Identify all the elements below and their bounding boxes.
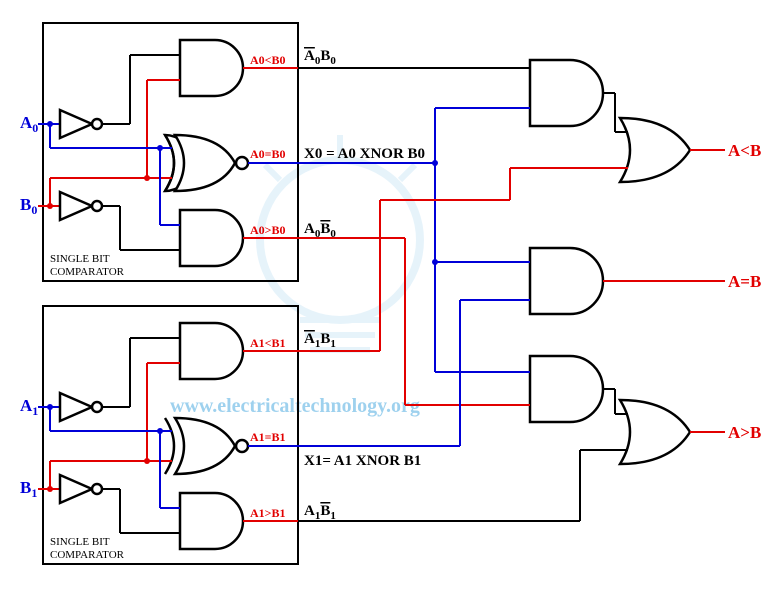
top-eq-label: A0=B0 xyxy=(250,147,286,161)
top-box-label-2: COMPARATOR xyxy=(50,266,125,278)
watermark-bulb xyxy=(260,135,420,350)
bot-gt-label: A1>B1 xyxy=(250,506,286,520)
output-lt-label: A<B xyxy=(728,141,761,160)
and-gate-top-lt xyxy=(180,40,243,96)
output-gt-label: A>B xyxy=(728,423,761,442)
input-a0-label: A0 xyxy=(20,113,38,135)
bot-eq-label: A1=B1 xyxy=(250,430,286,444)
top-eq-term: X0 = A0 XNOR B0 xyxy=(304,146,425,162)
bot-gt-term: A1B1 xyxy=(304,503,336,522)
input-b1-label: B1 xyxy=(20,478,37,500)
bot-box-label-1: SINGLE BIT xyxy=(50,536,110,548)
output-eq-label: A=B xyxy=(728,272,761,291)
input-b0-label: B0 xyxy=(20,195,37,217)
and-gate-top-gt xyxy=(180,210,243,266)
bot-eq-term: X1= A1 XNOR B1 xyxy=(304,453,421,469)
and-gate-eq xyxy=(530,248,603,314)
bot-box-label-2: COMPARATOR xyxy=(50,549,125,561)
xnor-gate-bot xyxy=(165,418,248,474)
comparator-diagram: www.electricaltechnology.org SINGLE BIT … xyxy=(0,0,768,604)
or-gate-ltb xyxy=(620,118,690,182)
bot-lt-label: A1<B1 xyxy=(250,336,286,350)
or-gate-gtb xyxy=(620,400,690,464)
watermark-text: www.electricaltechnology.org xyxy=(170,395,420,417)
and-gate-ltb-upper xyxy=(530,60,603,126)
xnor-gate-top xyxy=(165,135,248,191)
and-gate-gtb-upper xyxy=(530,356,603,422)
top-box-label-1: SINGLE BIT xyxy=(50,253,110,265)
top-gt-label: A0>B0 xyxy=(250,223,286,237)
top-lt-label: A0<B0 xyxy=(250,53,286,67)
input-a1-label: A1 xyxy=(20,396,38,418)
top-lt-term: A0B0 xyxy=(304,48,336,67)
